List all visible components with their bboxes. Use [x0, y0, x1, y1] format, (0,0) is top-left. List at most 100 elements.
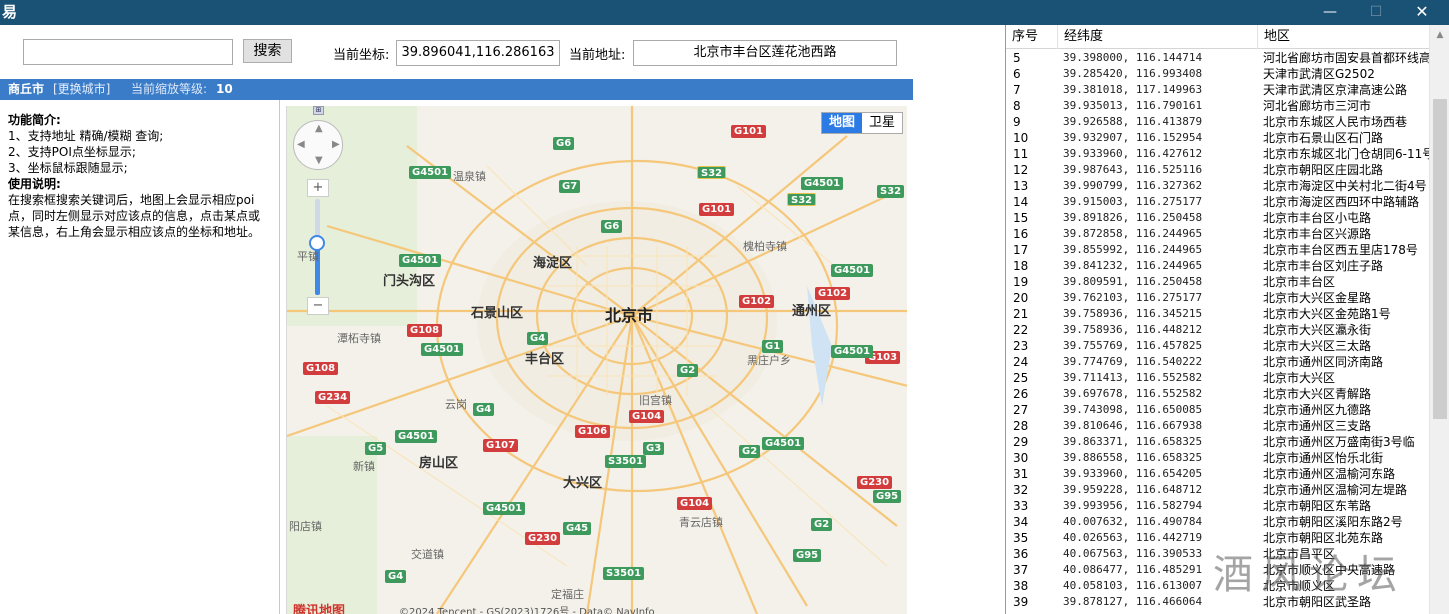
table-row[interactable]: 33 39.993956, 116.582794 北京市朝阳区东苇路 [1006, 498, 1429, 514]
pan-up-icon[interactable]: ▲ [315, 123, 323, 134]
table-row[interactable]: 14 39.915003, 116.275177 北京市海淀区西四环中路辅路 [1006, 194, 1429, 210]
highway-shield: G3 [643, 442, 665, 455]
coord-label: 当前坐标: [333, 48, 390, 63]
table-row[interactable]: 13 39.990799, 116.327362 北京市海淀区中关村北二街4号 [1006, 178, 1429, 194]
close-button[interactable]: ✕ [1399, 0, 1445, 25]
row-coordinate: 39.935013, 116.790161 [1063, 99, 1203, 112]
row-coordinate: 39.872858, 116.244965 [1063, 227, 1203, 240]
row-region: 北京市通州区万盛南街3号临 [1263, 435, 1415, 449]
pan-left-icon[interactable]: ◀ [297, 139, 305, 150]
row-coordinate: 39.993956, 116.582794 [1063, 499, 1203, 512]
row-region: 北京市海淀区西四环中路辅路 [1263, 195, 1420, 209]
table-row[interactable]: 31 39.933960, 116.654205 北京市通州区温榆河东路 [1006, 466, 1429, 482]
row-region: 北京市海淀区中关村北二街4号 [1263, 179, 1427, 193]
address-value-field[interactable]: 北京市丰台区莲花池西路 [633, 40, 897, 66]
row-coordinate: 39.932907, 116.152954 [1063, 131, 1203, 144]
highway-shield: G108 [407, 324, 443, 337]
table-row[interactable]: 23 39.755769, 116.457825 北京市大兴区三太路 [1006, 338, 1429, 354]
highway-shield: G95 [793, 549, 822, 562]
row-region: 北京市大兴区 [1263, 371, 1336, 385]
zoom-out-button[interactable]: − [307, 297, 329, 315]
table-row[interactable]: 34 40.007632, 116.490784 北京市朝阳区溪阳东路2号 [1006, 514, 1429, 530]
table-row[interactable]: 24 39.774769, 116.540222 北京市通州区同济南路 [1006, 354, 1429, 370]
table-row[interactable]: 5 39.398000, 116.144714 河北省廊坊市固安县首都环线高 [1006, 50, 1429, 66]
table-row[interactable]: 16 39.872858, 116.244965 北京市丰台区兴源路 [1006, 226, 1429, 242]
grid-scrollbar[interactable]: ▲ [1429, 25, 1449, 614]
table-row[interactable]: 20 39.762103, 116.275177 北京市大兴区金星路 [1006, 290, 1429, 306]
minimize-button[interactable]: — [1307, 0, 1353, 25]
table-row[interactable]: 8 39.935013, 116.790161 河北省廊坊市三河市 [1006, 98, 1429, 114]
row-coordinate: 39.755769, 116.457825 [1063, 339, 1203, 352]
pan-control[interactable]: ▲ ◀ ▶ ▼ [293, 120, 343, 170]
table-row[interactable]: 18 39.841232, 116.244965 北京市丰台区刘庄子路 [1006, 258, 1429, 274]
search-button[interactable]: 搜索 [243, 39, 292, 63]
highway-shield: G4 [473, 403, 495, 416]
highway-shield: G6 [553, 137, 575, 150]
scroll-up-icon[interactable]: ▲ [1430, 25, 1449, 45]
row-region: 河北省廊坊市三河市 [1263, 99, 1372, 113]
search-input[interactable] [23, 39, 233, 65]
row-number: 11 [1013, 147, 1029, 161]
map-view[interactable]: ▲ ◀ ▶ ▼ ⊞ + − 地图 卫星 北京市 海淀区 门头沟区 石景山区 丰台… [286, 106, 907, 614]
usage-title: 使用说明: [8, 177, 61, 191]
table-row[interactable]: 12 39.987643, 116.525116 北京市朝阳区庄园北路 [1006, 162, 1429, 178]
map-district-label: 石景山区 [471, 306, 524, 321]
map-type-satellite-button[interactable]: 卫星 [862, 113, 902, 133]
highway-shield: G104 [677, 497, 713, 510]
change-city-link[interactable]: [更换城市] [53, 79, 110, 100]
map-town-label: 交道镇 [411, 548, 444, 561]
table-row[interactable]: 26 39.697678, 116.552582 北京市大兴区青解路 [1006, 386, 1429, 402]
table-row[interactable]: 7 39.381018, 117.149963 天津市武清区京津高速公路 [1006, 82, 1429, 98]
table-row[interactable]: 30 39.886558, 116.658325 北京市通州区怡乐北街 [1006, 450, 1429, 466]
row-region: 北京市东城区人民市场西巷 [1263, 115, 1408, 129]
highway-shield: G4 [385, 570, 407, 583]
table-row[interactable]: 11 39.933960, 116.427612 北京市东城区北门仓胡同6-11号 [1006, 146, 1429, 162]
table-row[interactable]: 19 39.809591, 116.250458 北京市丰台区 [1006, 274, 1429, 290]
table-row[interactable]: 10 39.932907, 116.152954 北京市石景山区石门路 [1006, 130, 1429, 146]
map-type-map-button[interactable]: 地图 [822, 113, 863, 133]
table-row[interactable]: 32 39.959228, 116.648712 北京市通州区温榆河左堤路 [1006, 482, 1429, 498]
table-row[interactable]: 29 39.863371, 116.658325 北京市通州区万盛南街3号临 [1006, 434, 1429, 450]
row-number: 25 [1013, 371, 1029, 385]
table-row[interactable]: 9 39.926588, 116.413879 北京市东城区人民市场西巷 [1006, 114, 1429, 130]
row-region: 北京市通州区九德路 [1263, 403, 1372, 417]
row-region: 天津市武清区京津高速公路 [1263, 83, 1408, 97]
row-number: 5 [1013, 51, 1021, 65]
table-row[interactable]: 15 39.891826, 116.250458 北京市丰台区小屯路 [1006, 210, 1429, 226]
column-header-no[interactable]: 序号 [1006, 25, 1058, 49]
highway-shield: G2 [811, 518, 833, 531]
map-type-switch[interactable]: 地图 卫星 [821, 112, 904, 134]
highway-shield: G106 [575, 425, 611, 438]
table-row[interactable]: 17 39.855992, 116.244965 北京市丰台区西五里店178号 [1006, 242, 1429, 258]
table-row[interactable]: 25 39.711413, 116.552582 北京市大兴区 [1006, 370, 1429, 386]
map-overview-icon[interactable]: ⊞ [313, 106, 324, 115]
usage-text: 在搜索框搜索关键词后，地图上会显示相应poi点，同时左侧显示对应该点的信息，点击… [8, 193, 261, 239]
row-coordinate: 39.810646, 116.667938 [1063, 419, 1203, 432]
map-district-label: 大兴区 [563, 476, 603, 491]
maximize-button[interactable]: ☐ [1353, 0, 1399, 25]
highway-shield: G4501 [395, 430, 438, 443]
row-region: 北京市丰台区西五里店178号 [1263, 243, 1418, 257]
scrollbar-thumb[interactable] [1433, 99, 1447, 419]
column-header-region[interactable]: 地区 [1258, 25, 1429, 49]
table-row[interactable]: 27 39.743098, 116.650085 北京市通州区九德路 [1006, 402, 1429, 418]
table-row[interactable]: 21 39.758936, 116.345215 北京市大兴区金苑路1号 [1006, 306, 1429, 322]
row-region: 北京市通州区三支路 [1263, 419, 1372, 433]
zoom-in-button[interactable]: + [307, 179, 329, 197]
row-number: 24 [1013, 355, 1029, 369]
map-town-label: 平镇 [297, 250, 319, 263]
coord-value-field[interactable]: 39.896041,116.286163 [396, 40, 560, 66]
row-number: 6 [1013, 67, 1021, 81]
column-header-coord[interactable]: 经纬度 [1058, 25, 1258, 49]
highway-shield: G102 [815, 287, 851, 300]
highway-shield: G4501 [409, 166, 452, 179]
map-town-label: 新镇 [353, 460, 375, 473]
row-coordinate: 40.007632, 116.490784 [1063, 515, 1203, 528]
map-town-label: 定福庄 [551, 588, 584, 601]
pan-right-icon[interactable]: ▶ [332, 139, 340, 150]
table-row[interactable]: 6 39.285420, 116.993408 天津市武清区G2502 [1006, 66, 1429, 82]
pan-down-icon[interactable]: ▼ [315, 155, 323, 166]
row-number: 17 [1013, 243, 1029, 257]
table-row[interactable]: 22 39.758936, 116.448212 北京市大兴区瀛永街 [1006, 322, 1429, 338]
table-row[interactable]: 28 39.810646, 116.667938 北京市通州区三支路 [1006, 418, 1429, 434]
